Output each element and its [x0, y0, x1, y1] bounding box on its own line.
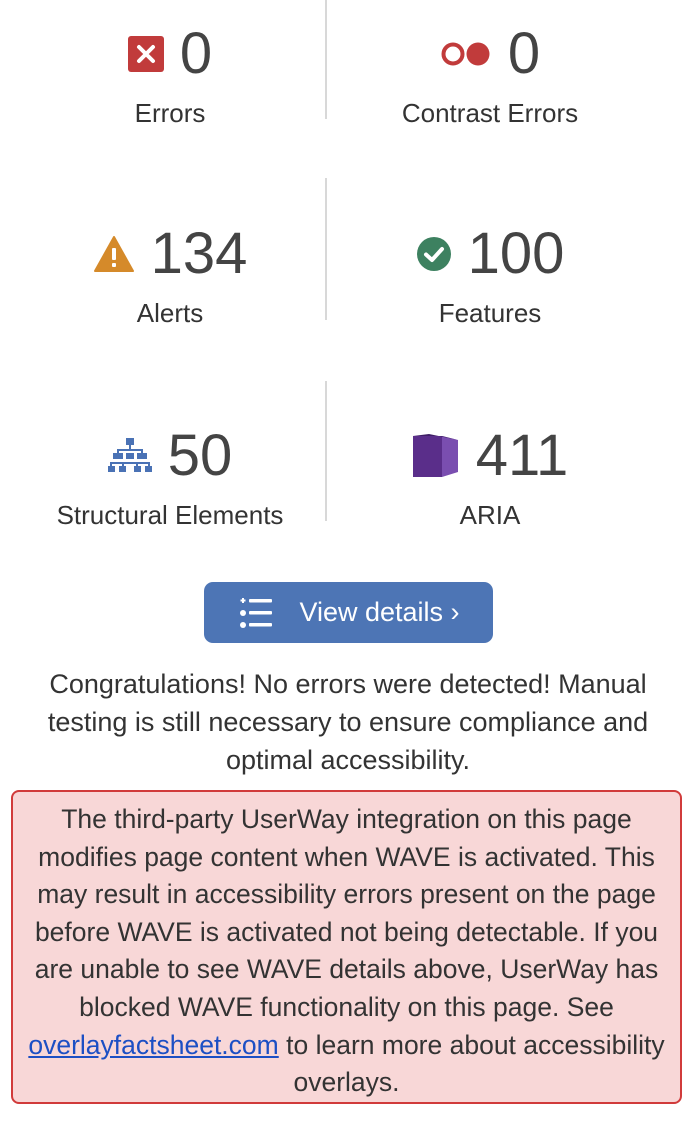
stats-divider	[325, 0, 327, 119]
view-details-button[interactable]: View details ›	[204, 582, 493, 643]
errors-count: 0	[179, 21, 213, 86]
aria-stat[interactable]: 411 ARIA	[330, 406, 650, 556]
contrast-errors-count: 0	[507, 21, 541, 86]
error-x-icon	[127, 36, 164, 72]
checkmark-circle-icon	[416, 236, 452, 272]
contrast-errors-label: Contrast Errors	[401, 98, 579, 128]
structural-elements-stat[interactable]: 50 Structural Elements	[10, 406, 330, 556]
features-stat[interactable]: 100 Features	[330, 204, 650, 354]
alert-triangle-icon	[93, 235, 135, 273]
structural-elements-label: Structural Elements	[56, 500, 284, 530]
overlayfactsheet-link[interactable]: overlayfactsheet.com	[28, 1030, 278, 1060]
view-details-label: View details ›	[299, 597, 460, 627]
aria-count: 411	[475, 423, 569, 488]
alerts-count: 134	[150, 221, 248, 286]
stats-divider	[325, 178, 327, 320]
alerts-stat[interactable]: 134 Alerts	[10, 204, 330, 354]
congratulations-message: Congratulations! No errors were detected…	[47, 669, 649, 775]
errors-label: Errors	[134, 98, 206, 128]
aria-label: ARIA	[459, 500, 521, 530]
contrast-circles-icon	[440, 40, 492, 68]
contrast-errors-stat[interactable]: 0 Contrast Errors	[330, 4, 650, 154]
stats-divider	[325, 381, 327, 521]
list-icon	[237, 597, 273, 629]
hierarchy-icon	[107, 437, 152, 475]
warning-text-end: to learn more about accessibility overla…	[278, 1029, 665, 1098]
userway-warning: The third-party UserWay integration on t…	[11, 790, 682, 1104]
alerts-label: Alerts	[136, 298, 204, 328]
structural-elements-count: 50	[167, 423, 233, 488]
summary-stats: 0 Errors 0 Contrast Errors 134 Alerts 10…	[0, 0, 696, 540]
aria-box-icon	[412, 434, 460, 478]
warning-text: The third-party UserWay integration on t…	[34, 804, 659, 1022]
features-label: Features	[438, 298, 542, 328]
features-count: 100	[467, 221, 565, 286]
errors-stat[interactable]: 0 Errors	[10, 4, 330, 154]
